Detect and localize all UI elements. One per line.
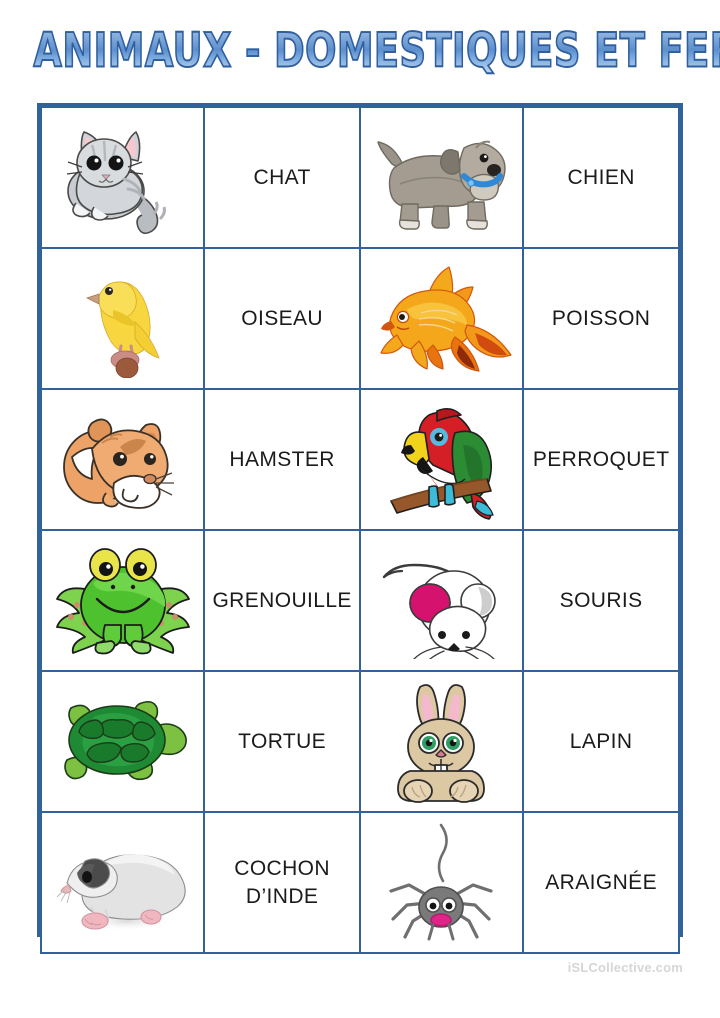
cell-image-rabbit <box>358 670 525 813</box>
mouse-illustration <box>361 531 522 670</box>
word-label: HAMSTER <box>229 447 335 471</box>
table-row: COCHON D’INDE ARAIGNÉE <box>39 811 680 954</box>
word-label: ARAIGNÉE <box>545 870 657 894</box>
animal-grid: CHAT CHIEN OISEAU POISSON HAMSTER PERROQ… <box>39 106 680 954</box>
guinea-pig-illustration <box>42 813 203 952</box>
canary-illustration <box>42 249 203 388</box>
cell-image-cat <box>39 106 206 249</box>
cell-word-bird: OISEAU <box>203 247 361 390</box>
table-row: HAMSTER PERROQUET <box>39 388 680 531</box>
word-label: POISSON <box>551 306 651 330</box>
dog-illustration <box>361 108 522 247</box>
word-label: CHIEN <box>567 165 635 189</box>
cell-word-guinea-pig: COCHON D’INDE <box>203 811 361 954</box>
word-label: COCHON D’INDE <box>234 856 330 908</box>
cell-image-dog <box>358 106 525 249</box>
table-row: OISEAU POISSON <box>39 247 680 390</box>
word-label: SOURIS <box>559 588 643 612</box>
hamster-illustration <box>42 390 203 529</box>
cell-word-parrot: PERROQUET <box>522 388 680 531</box>
turtle-illustration <box>42 672 203 811</box>
cell-image-turtle <box>39 670 206 813</box>
cell-word-cat: CHAT <box>203 106 361 249</box>
cell-image-guinea-pig <box>39 811 206 954</box>
cell-image-spider <box>358 811 525 954</box>
word-label: TORTUE <box>238 729 327 753</box>
cell-word-fish: POISSON <box>522 247 680 390</box>
parrot-illustration <box>361 390 522 529</box>
vocabulary-table: CHAT CHIEN OISEAU POISSON HAMSTER PERROQ… <box>37 103 683 954</box>
cell-word-rabbit: LAPIN <box>522 670 680 813</box>
cell-image-frog <box>39 529 206 672</box>
word-label: OISEAU <box>241 306 323 330</box>
watermark: iSLCollective.com <box>567 960 683 975</box>
cell-image-hamster <box>39 388 206 531</box>
cell-word-frog: GRENOUILLE <box>203 529 361 672</box>
table-row: CHAT CHIEN <box>39 106 680 249</box>
cell-word-dog: CHIEN <box>522 106 680 249</box>
word-label: PERROQUET <box>532 447 670 471</box>
cell-image-parrot <box>358 388 525 531</box>
word-label: GRENOUILLE <box>212 588 352 612</box>
spider-illustration <box>361 813 522 952</box>
cell-image-mouse <box>358 529 525 672</box>
table-row: TORTUE LAPIN <box>39 670 680 813</box>
cell-word-hamster: HAMSTER <box>203 388 361 531</box>
cell-image-bird <box>39 247 206 390</box>
table-row: GRENOUILLE SOURIS <box>39 529 680 672</box>
cell-word-turtle: TORTUE <box>203 670 361 813</box>
cell-word-spider: ARAIGNÉE <box>522 811 680 954</box>
rabbit-illustration <box>361 672 522 811</box>
page-title-container: ANIMAUX - DOMESTIQUES ET FERME <box>0 23 720 79</box>
cat-illustration <box>42 108 203 247</box>
word-label: LAPIN <box>569 729 633 753</box>
frog-illustration <box>42 531 203 670</box>
page-title: ANIMAUX - DOMESTIQUES ET FERME <box>33 23 720 79</box>
word-label: CHAT <box>253 165 311 189</box>
goldfish-illustration <box>361 249 522 388</box>
cell-word-mouse: SOURIS <box>522 529 680 672</box>
cell-image-fish <box>358 247 525 390</box>
